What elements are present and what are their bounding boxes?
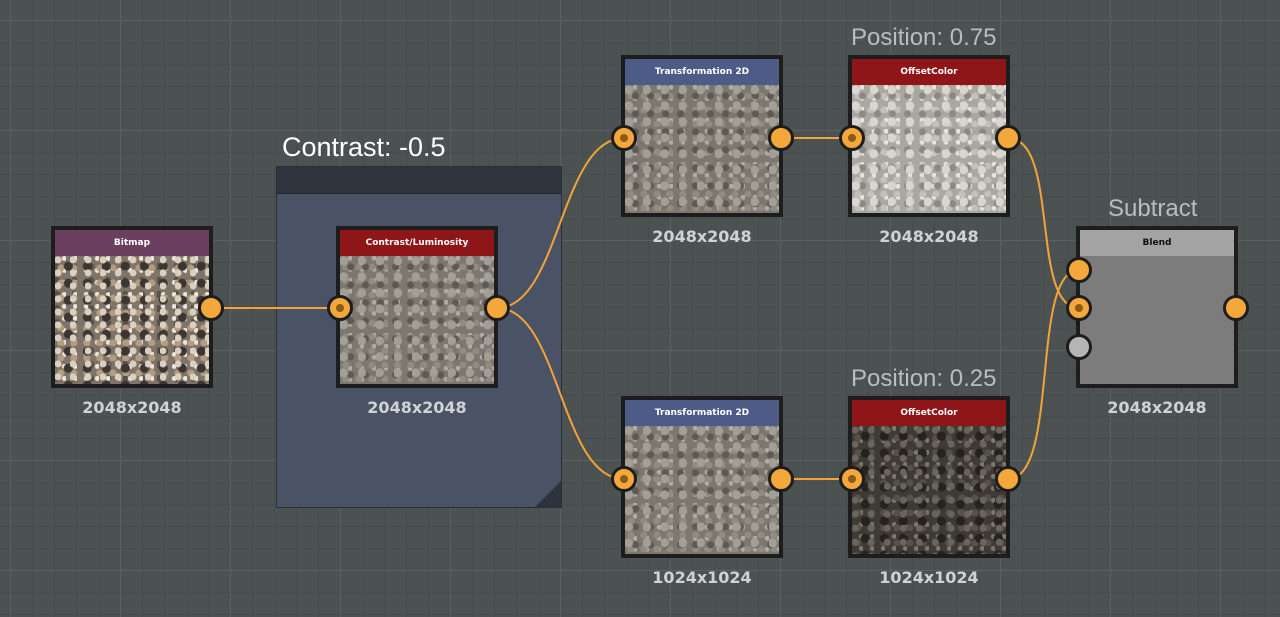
frame-header[interactable] xyxy=(277,167,561,194)
offset-bottom-output-port[interactable] xyxy=(995,466,1021,492)
comment-subtract: Subtract xyxy=(1108,195,1198,222)
transform-top-output-port[interactable] xyxy=(768,125,794,151)
frame-title: Contrast: -0.5 xyxy=(282,132,446,162)
transform-bottom-output-port[interactable] xyxy=(768,466,794,492)
offset-top-resolution: 2048x2048 xyxy=(879,227,979,246)
offset-color-node-bottom[interactable]: OffsetColor xyxy=(848,396,1010,558)
node-thumbnail xyxy=(852,426,1006,554)
node-title: Blend xyxy=(1080,230,1234,256)
transform-bottom-input-port[interactable] xyxy=(611,466,637,492)
node-title: OffsetColor xyxy=(852,59,1006,85)
node-thumbnail xyxy=(625,85,779,213)
contrast-output-port[interactable] xyxy=(484,295,510,321)
blend-mask-input-port[interactable] xyxy=(1066,334,1092,360)
node-title: Contrast/Luminosity xyxy=(340,230,494,256)
node-preview xyxy=(1080,256,1234,384)
offset-bottom-input-port[interactable] xyxy=(839,466,865,492)
node-title: OffsetColor xyxy=(852,400,1006,426)
offset-top-input-port[interactable] xyxy=(839,125,865,151)
blend-node[interactable]: Blend xyxy=(1076,226,1238,388)
transform-bottom-resolution: 1024x1024 xyxy=(652,568,752,587)
comment-position-bottom: Position: 0.25 xyxy=(851,365,997,392)
transformation-2d-node-top[interactable]: Transformation 2D xyxy=(621,55,783,217)
node-thumbnail xyxy=(625,426,779,554)
blend-background-input-port[interactable] xyxy=(1066,295,1092,321)
node-thumbnail xyxy=(340,256,494,384)
node-title: Transformation 2D xyxy=(625,400,779,426)
transform-top-input-port[interactable] xyxy=(611,125,637,151)
contrast-input-port[interactable] xyxy=(327,295,353,321)
blend-foreground-input-port[interactable] xyxy=(1066,257,1092,283)
node-title: Bitmap xyxy=(55,230,209,256)
transformation-2d-node-bottom[interactable]: Transformation 2D xyxy=(621,396,783,558)
offset-color-node-top[interactable]: OffsetColor xyxy=(848,55,1010,217)
wire-offset-top-to-blend xyxy=(1007,137,1080,309)
node-thumbnail xyxy=(55,256,209,384)
bitmap-output-port[interactable] xyxy=(198,295,224,321)
node-title: Transformation 2D xyxy=(625,59,779,85)
comment-position-top: Position: 0.75 xyxy=(851,24,997,51)
bitmap-resolution: 2048x2048 xyxy=(82,398,182,417)
node-thumbnail xyxy=(852,85,1006,213)
transform-top-resolution: 2048x2048 xyxy=(652,227,752,246)
offset-top-output-port[interactable] xyxy=(995,125,1021,151)
blend-resolution: 2048x2048 xyxy=(1107,398,1207,417)
contrast-luminosity-node[interactable]: Contrast/Luminosity xyxy=(336,226,498,388)
frame-resize-handle[interactable] xyxy=(535,481,561,507)
offset-bottom-resolution: 1024x1024 xyxy=(879,568,979,587)
bitmap-node[interactable]: Bitmap xyxy=(51,226,213,388)
blend-output-port[interactable] xyxy=(1223,295,1249,321)
contrast-resolution: 2048x2048 xyxy=(367,398,467,417)
